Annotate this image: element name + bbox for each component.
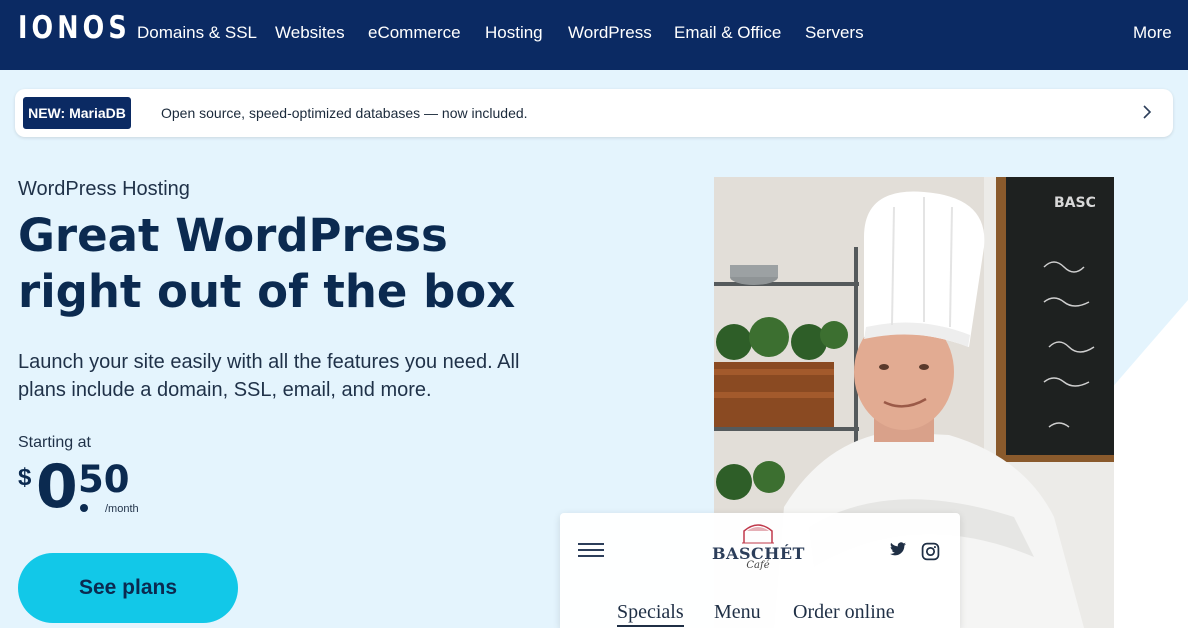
ionos-logo[interactable]: IONOS <box>18 10 131 46</box>
twitter-icon[interactable] <box>890 542 906 556</box>
mockup-nav-order-online[interactable]: Order online <box>793 601 895 624</box>
see-plans-button[interactable]: See plans <box>18 553 238 623</box>
nav-item-websites[interactable]: Websites <box>275 23 345 43</box>
starting-at-label: Starting at <box>18 434 91 451</box>
nav-item-domains-ssl[interactable]: Domains & SSL <box>137 23 257 43</box>
price-cents: 50 <box>78 458 130 501</box>
decorative-shape <box>1110 300 1188 628</box>
nav-item-ecommerce[interactable]: eCommerce <box>368 23 461 43</box>
cafe-awning-icon <box>742 524 774 544</box>
price-period: /month <box>105 503 139 515</box>
mockup-nav-menu[interactable]: Menu <box>714 601 761 624</box>
nav-item-email-office[interactable]: Email & Office <box>674 23 781 43</box>
price-currency: $ <box>18 464 32 491</box>
mockup-brand-sub: Café <box>746 560 770 571</box>
hero-subtext: Launch your site easily with all the fea… <box>18 351 520 401</box>
instagram-icon[interactable] <box>921 542 940 561</box>
chevron-right-icon[interactable] <box>1141 103 1153 121</box>
top-navigation: IONOS Domains & SSL Websites eCommerce H… <box>0 0 1188 70</box>
announcement-bar[interactable]: NEW: MariaDB Open source, speed-optimize… <box>15 89 1173 137</box>
svg-text:BASC: BASC <box>1054 195 1096 211</box>
hero-eyebrow: WordPress Hosting <box>18 178 190 200</box>
price-decimal-dot <box>80 504 88 512</box>
menu-icon[interactable] <box>578 543 604 559</box>
nav-item-hosting[interactable]: Hosting <box>485 23 543 43</box>
price-display: $ 0 50 /month <box>18 452 178 522</box>
mockup-nav-specials[interactable]: Specials <box>617 601 684 627</box>
nav-item-more[interactable]: More <box>1133 23 1172 43</box>
price-whole: 0 <box>36 452 78 522</box>
baschet-cafe-logo: BASCHÉT Café <box>712 517 804 577</box>
announcement-text: Open source, speed-optimized databases —… <box>161 105 528 121</box>
new-badge: NEW: MariaDB <box>23 97 131 129</box>
website-preview-card: BASCHÉT Café Specials Menu Order online <box>560 513 960 628</box>
nav-item-wordpress[interactable]: WordPress <box>568 23 652 43</box>
hero-headline: Great WordPress right out of the box <box>18 209 516 318</box>
nav-item-servers[interactable]: Servers <box>805 23 864 43</box>
